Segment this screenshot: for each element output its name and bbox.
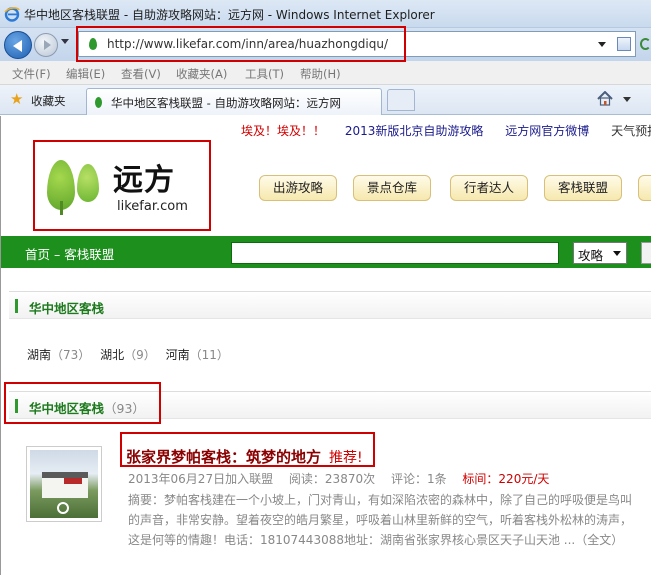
compatibility-view-icon[interactable] xyxy=(617,37,631,51)
menu-view[interactable]: 查看(V) xyxy=(121,66,161,82)
ticker-link-weather[interactable]: 天气预报 xyxy=(611,124,651,138)
history-dropdown-icon[interactable] xyxy=(61,39,69,44)
section-marker xyxy=(15,399,18,413)
inn-sign xyxy=(64,478,82,484)
favorites-button[interactable]: 收藏夹 xyxy=(31,93,66,109)
menu-tools[interactable]: 工具(T) xyxy=(245,66,284,82)
section-title: 华中地区客栈 xyxy=(29,301,105,316)
refresh-icon[interactable] xyxy=(640,38,651,50)
menu-file[interactable]: 文件(F) xyxy=(12,66,51,82)
inn-count: （93） xyxy=(104,401,145,416)
forward-button[interactable] xyxy=(34,33,58,57)
inn-thumbnail[interactable] xyxy=(26,446,102,522)
search-input[interactable] xyxy=(231,242,559,264)
menu-favorites[interactable]: 收藏夹(A) xyxy=(176,66,227,82)
top-ticker: 埃及！埃及！！ 2013新版北京自助游攻略 远方网官方微博 天气预报 xyxy=(241,122,651,139)
favorites-star-icon[interactable]: ★ xyxy=(10,92,23,107)
leaf-icon xyxy=(77,164,99,202)
comment-count: 评论：1条 xyxy=(390,472,447,486)
favorites-bar: ★ 收藏夹 华中地区客栈联盟 - 自助游攻略网站：远方网 xyxy=(0,85,651,115)
inn-meta: 2013年06月27日加入联盟 阅读：23870次 评论：1条 标间：220元/… xyxy=(128,470,549,487)
tab-favicon-icon xyxy=(95,97,102,108)
new-tab-button[interactable] xyxy=(387,89,415,111)
nav-more[interactable] xyxy=(638,175,651,201)
logo-domain: likefar.com xyxy=(117,199,188,214)
tab-title: 华中地区客栈联盟 - 自助游攻略网站：远方网 xyxy=(111,96,341,110)
ticker-hot-link[interactable]: 埃及！埃及！！ xyxy=(241,124,325,138)
address-url[interactable]: http://www.likefar.com/inn/area/huazhong… xyxy=(107,37,388,51)
inn-photo xyxy=(30,450,98,518)
breadcrumb[interactable]: 首页 – 客栈联盟 xyxy=(25,244,114,263)
recommend-badge: 推荐! xyxy=(329,450,363,466)
ticker-link-guide[interactable]: 2013新版北京自助游攻略 xyxy=(345,124,484,138)
menu-help[interactable]: 帮助(H) xyxy=(300,66,341,82)
inn-building xyxy=(42,472,88,498)
section-marker xyxy=(15,299,18,313)
address-dropdown-icon[interactable] xyxy=(598,42,606,47)
internet-explorer-icon xyxy=(4,7,20,22)
join-date: 2013年06月27日加入联盟 xyxy=(128,472,274,486)
nav-inn-alliance[interactable]: 客栈联盟 xyxy=(544,175,622,201)
back-button[interactable] xyxy=(4,31,32,59)
region-link-hubei[interactable]: 湖北（9） xyxy=(100,348,156,362)
search-button[interactable] xyxy=(641,242,651,264)
leaf-stem xyxy=(60,201,63,215)
price-value: 220元/天 xyxy=(498,472,550,486)
site-logo[interactable]: 远方 likefar.com xyxy=(35,141,211,229)
region-list: 湖南（73） 湖北（9） 河南（11） xyxy=(27,346,235,363)
browser-tab[interactable]: 华中地区客栈联盟 - 自助游攻略网站：远方网 xyxy=(86,88,382,115)
nav-attractions[interactable]: 景点仓库 xyxy=(353,175,431,201)
menu-edit[interactable]: 编辑(E) xyxy=(66,66,105,82)
green-nav-bar: 首页 – 客栈联盟 攻略 xyxy=(1,236,651,268)
zoom-icon xyxy=(57,502,69,514)
nav-travel-guides[interactable]: 出游攻略 xyxy=(259,175,337,201)
price-label: 标间： xyxy=(462,472,499,486)
section-header-inns: 华中地区客栈（93） xyxy=(9,391,651,419)
section-header-region: 华中地区客栈 xyxy=(9,291,651,319)
region-link-henan[interactable]: 河南（11） xyxy=(166,348,229,362)
inn-entry-title[interactable]: 张家界梦帕客栈：筑梦的地方 推荐! xyxy=(126,446,363,467)
address-toolbar: http://www.likefar.com/inn/area/huazhong… xyxy=(0,28,651,61)
search-type-select[interactable]: 攻略 xyxy=(573,242,627,264)
menu-bar: 文件(F) 编辑(E) 查看(V) 收藏夹(A) 工具(T) 帮助(H) xyxy=(0,61,651,85)
home-icon[interactable] xyxy=(597,91,613,106)
address-input[interactable]: http://www.likefar.com/inn/area/huazhong… xyxy=(78,31,636,57)
home-dropdown-icon[interactable] xyxy=(623,97,631,102)
view-count: 阅读：23870次 xyxy=(288,472,376,486)
region-link-hunan[interactable]: 湖南（73） xyxy=(27,348,90,362)
web-page: 埃及！埃及！！ 2013新版北京自助游攻略 远方网官方微博 天气预报 远方 li… xyxy=(0,116,651,575)
window-title: 华中地区客栈联盟 - 自助游攻略网站：远方网 - Windows Interne… xyxy=(24,8,435,22)
search-type-value: 攻略 xyxy=(578,248,604,263)
ticker-link-weibo[interactable]: 远方网官方微博 xyxy=(505,124,589,138)
inn-summary: 摘要：梦帕客栈建在一个小坡上，门对青山，有如深陷浓密的森林中，除了自己的呼吸便是… xyxy=(128,493,633,547)
logo-brand: 远方 xyxy=(113,163,175,198)
site-favicon-icon xyxy=(89,38,97,50)
nav-travelers[interactable]: 行者达人 xyxy=(450,175,528,201)
window-titlebar: 华中地区客栈联盟 - 自助游攻略网站：远方网 - Windows Interne… xyxy=(0,0,651,28)
chevron-down-icon xyxy=(613,251,621,256)
section-title: 华中地区客栈（93） xyxy=(29,401,145,416)
